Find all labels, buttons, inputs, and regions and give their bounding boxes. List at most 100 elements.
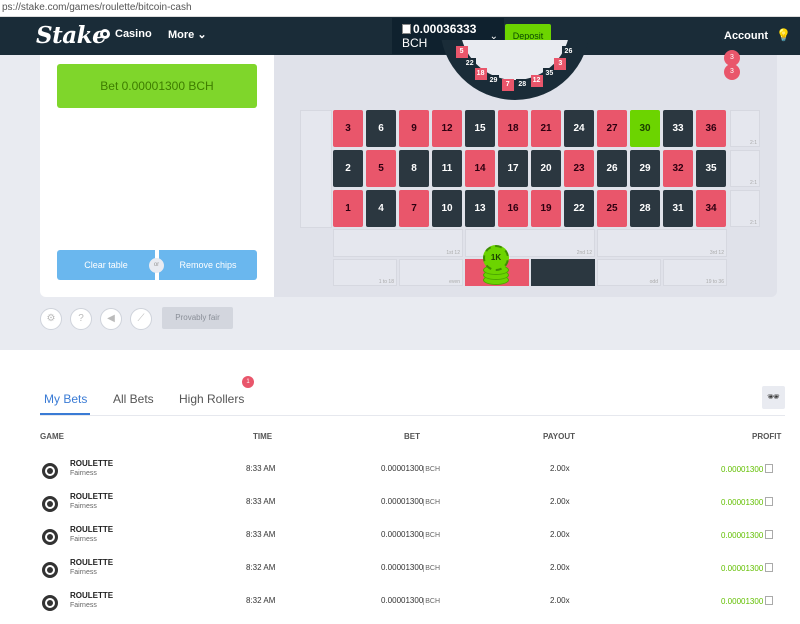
board-number-cell[interactable]: 26 [597,150,627,187]
fairness-link[interactable]: Fairness [70,602,97,609]
board-number-cell[interactable]: 8 [399,150,429,187]
bet-black[interactable] [531,259,595,286]
profit-value: 0.00001300 [721,564,764,573]
profit-value: 0.00001300 [721,498,764,507]
column-bet-2to1[interactable]: 2:1 [730,190,760,227]
provably-fair-button[interactable]: Provably fair [162,307,233,329]
board-number-cell[interactable]: 1 [333,190,363,227]
lightbulb-icon[interactable]: 💡 [776,28,791,42]
bet-19-to-36[interactable]: 19 to 36 [663,259,727,286]
fairness-link[interactable]: Fairness [70,536,97,543]
board-number-cell[interactable]: 16 [498,190,528,227]
board-number-cell[interactable]: 33 [663,110,693,147]
board-number-cell[interactable]: 25 [597,190,627,227]
board-number-cell[interactable]: 11 [432,150,462,187]
board-number-cell[interactable]: 18 [498,110,528,147]
board-number-cell[interactable]: 21 [531,110,561,147]
table-row[interactable]: ROULETTE Fairness 8:33 AM 0.00001300 BCH 2.00… [0,521,800,554]
currency-icon: BCH [423,466,441,473]
roulette-icon [42,562,58,578]
board-number-cell[interactable]: 6 [366,110,396,147]
board-number-cell[interactable]: 9 [399,110,429,147]
board-number-cell[interactable]: 17 [498,150,528,187]
board-number-cell[interactable]: 31 [663,190,693,227]
incognito-toggle-icon[interactable]: 🕶 [762,386,785,409]
settings-gear-icon[interactable]: ⚙ [40,308,62,330]
board-number-cell[interactable]: 35 [696,150,726,187]
stats-chart-icon[interactable]: ⟋ [130,308,152,330]
tab-all-bets[interactable]: All Bets [113,392,154,406]
bet-button[interactable]: Bet 0.00001300 BCH [57,64,257,108]
remove-chips-button[interactable]: Remove chips [159,250,257,280]
tab-my-bets[interactable]: My Bets [44,392,87,406]
tab-high-rollers[interactable]: High Rollers [179,392,244,406]
stake-logo[interactable]: Stake [36,22,107,49]
chip-value: 1K [483,245,509,271]
board-number-cell[interactable]: 27 [597,110,627,147]
board-number-cell[interactable]: 28 [630,190,660,227]
board-number-cell[interactable]: 3 [333,110,363,147]
bet-time: 8:32 AM [246,563,276,572]
game-name[interactable]: ROULETTE [70,525,113,534]
board-number-cell[interactable]: 15 [465,110,495,147]
board-number-cell[interactable]: 7 [399,190,429,227]
profit: 0.00001300 [721,497,774,507]
address-bar[interactable]: ps://stake.com/games/roulette/bitcoin-ca… [0,0,800,17]
board-number-cell[interactable]: 10 [432,190,462,227]
fairness-link[interactable]: Fairness [70,569,97,576]
board-number-cell[interactable]: 12 [432,110,462,147]
game-name[interactable]: ROULETTE [70,459,113,468]
bet-odd[interactable]: odd [597,259,661,286]
board-number-cell[interactable]: 29 [630,150,660,187]
board-number-cell[interactable]: 30 [630,110,660,147]
board-number-cell[interactable]: 23 [564,150,594,187]
table-row[interactable]: ROULETTE Fairness 8:33 AM 0.00001300 BCH 2.00… [0,455,800,488]
board-number-cell[interactable]: 14 [465,150,495,187]
bet-amount: 0.00001300 BCH [381,596,440,605]
board-number-cell[interactable]: 13 [465,190,495,227]
table-row[interactable]: ROULETTE Fairness 8:33 AM 0.00001300 BCH 2.00… [0,488,800,521]
column-bet-2to1[interactable]: 2:1 [730,150,760,187]
bet-time: 8:32 AM [246,596,276,605]
currency-icon: BCH [423,532,441,539]
dozen-bet-1st[interactable]: 1st 12 [333,229,463,257]
board-number-cell[interactable]: 34 [696,190,726,227]
payout: 2.00x [550,464,570,473]
game-name[interactable]: ROULETTE [70,492,113,501]
fairness-link[interactable]: Fairness [70,470,97,477]
board-number-cell[interactable]: 19 [531,190,561,227]
nav-casino-link[interactable]: Casino [100,28,152,40]
account-link[interactable]: Account [724,30,768,42]
board-number-cell[interactable]: 24 [564,110,594,147]
board-number-cell[interactable]: 20 [531,150,561,187]
bet-amount: 0.00001300 BCH [381,497,440,506]
nav-more-label: More [168,29,195,41]
profit-value: 0.00001300 [721,531,764,540]
help-question-icon[interactable]: ? [70,308,92,330]
game-name[interactable]: ROULETTE [70,558,113,567]
chip-stack[interactable]: 1K [483,245,509,285]
fairness-link[interactable]: Fairness [70,503,97,510]
bet-1-to-18[interactable]: 1 to 18 [333,259,397,286]
board-number-cell[interactable]: 22 [564,190,594,227]
bet-amount-value: 0.00001300 [381,563,424,572]
clear-table-button[interactable]: Clear table [57,250,155,280]
nav-more-dropdown[interactable]: More ⌄ [168,28,207,41]
bet-even[interactable]: even [399,259,463,286]
sound-speaker-icon[interactable]: ◀ [100,308,122,330]
table-row[interactable]: ROULETTE Fairness 8:32 AM 0.00001300 BCH 2.00… [0,587,800,620]
result-history-chip: 3 [724,64,740,80]
column-header-profit: PROFIT [752,432,782,441]
board-number-cell[interactable]: 36 [696,110,726,147]
board-number-cell[interactable]: 4 [366,190,396,227]
board-zero-cell[interactable] [300,110,332,228]
game-name[interactable]: ROULETTE [70,591,113,600]
profit: 0.00001300 [721,563,774,573]
board-number-cell[interactable]: 5 [366,150,396,187]
board-number-cell[interactable]: 32 [663,150,693,187]
column-bet-2to1[interactable]: 2:1 [730,110,760,147]
currency-icon [765,464,774,473]
table-row[interactable]: ROULETTE Fairness 8:32 AM 0.00001300 BCH 2.00… [0,554,800,587]
dozen-bet-3rd[interactable]: 3rd 12 [597,229,727,257]
board-number-cell[interactable]: 2 [333,150,363,187]
